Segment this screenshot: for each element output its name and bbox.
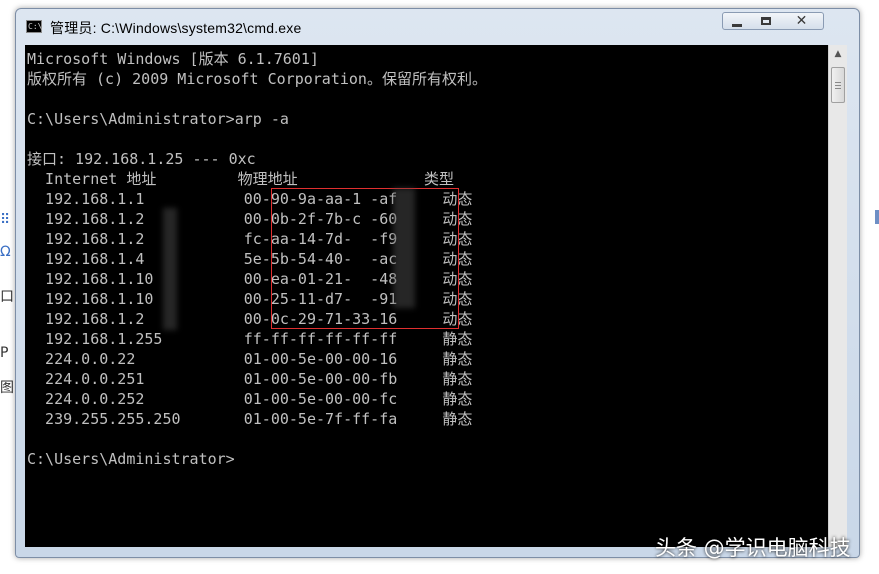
maximize-icon xyxy=(760,17,771,25)
vertical-scrollbar[interactable]: ▲ xyxy=(828,45,847,547)
scroll-up-icon[interactable]: ▲ xyxy=(829,45,847,63)
window-title: 管理员: C:\Windows\system32\cmd.exe xyxy=(50,20,302,36)
grip-line xyxy=(835,82,841,83)
minimize-button[interactable] xyxy=(722,12,752,30)
console-line: Internet 地址 物理地址 类型 xyxy=(27,170,455,188)
cmd-icon[interactable]: C:\ xyxy=(26,20,42,33)
background-fragment: 图 xyxy=(0,380,14,396)
grip-line xyxy=(835,85,841,86)
cmd-window[interactable]: C:\ 管理员: C:\Windows\system32\cmd.exe ✕ M… xyxy=(15,8,860,558)
background-fragment: Ω xyxy=(0,244,11,260)
console-line: 192.168.1.255 ff-ff-ff-ff-ff-ff 静态 xyxy=(27,330,473,348)
title-bar[interactable]: C:\ 管理员: C:\Windows\system32\cmd.exe ✕ xyxy=(16,9,859,45)
close-icon: ✕ xyxy=(795,13,808,29)
console-line: 224.0.0.251 01-00-5e-00-00-fb 静态 xyxy=(27,370,473,388)
console-line: C:\Users\Administrator> xyxy=(27,450,235,468)
console-line: 224.0.0.252 01-00-5e-00-00-fc 静态 xyxy=(27,390,473,408)
minimize-icon xyxy=(732,23,742,27)
grip-line xyxy=(835,88,841,89)
ip-redaction xyxy=(163,208,177,330)
background-fragment: 口 xyxy=(0,289,14,305)
console-line: Microsoft Windows [版本 6.1.7601] xyxy=(27,50,319,68)
watermark: 头条 @学识电脑科技 xyxy=(655,536,851,560)
console-line: 接口: 192.168.1.25 --- 0xc xyxy=(27,150,256,168)
close-button[interactable]: ✕ xyxy=(780,12,824,30)
background-edge xyxy=(875,210,879,224)
mac-address-highlight xyxy=(271,188,459,329)
console-output[interactable]: Microsoft Windows [版本 6.1.7601] 版权所有 (c) … xyxy=(25,45,828,547)
maximize-button[interactable] xyxy=(751,12,781,30)
console-line: C:\Users\Administrator>arp -a xyxy=(27,110,289,128)
console-line: 239.255.255.250 01-00-5e-7f-ff-fa 静态 xyxy=(27,410,473,428)
console-line: 224.0.0.22 01-00-5e-00-00-16 静态 xyxy=(27,350,473,368)
console-line: 版权所有 (c) 2009 Microsoft Corporation。保留所有… xyxy=(27,70,487,88)
background-fragment: ⠿ xyxy=(0,212,11,228)
scroll-thumb[interactable] xyxy=(831,67,845,103)
mac-redaction xyxy=(393,188,415,308)
background-fragment: P xyxy=(0,345,9,361)
